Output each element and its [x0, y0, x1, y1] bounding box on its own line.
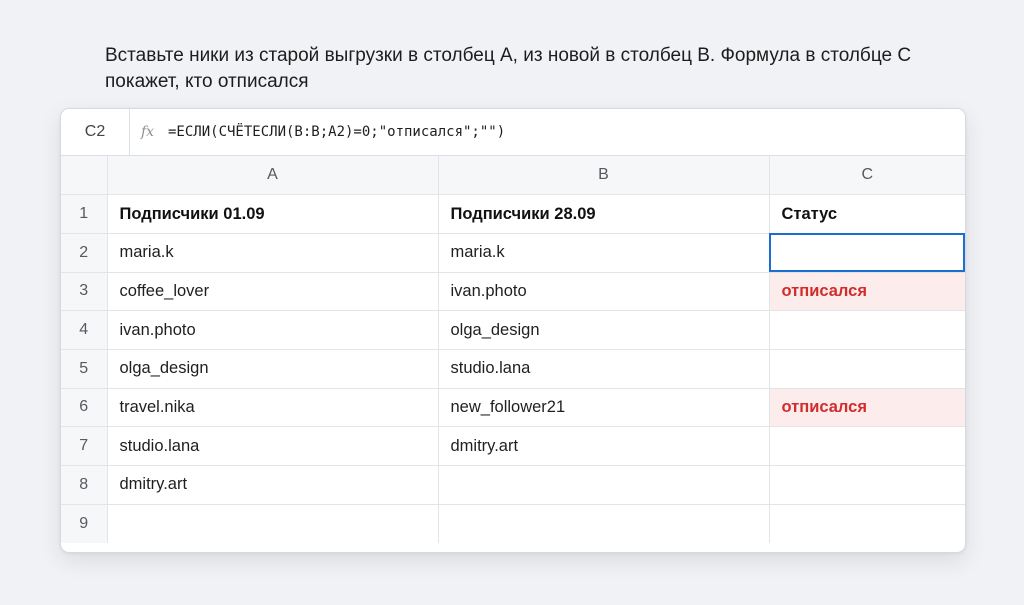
row-header[interactable]: 8 — [61, 465, 108, 505]
cell-c2-selected[interactable] — [769, 233, 965, 273]
cell-a1[interactable]: Подписчики 01.09 — [107, 194, 439, 234]
cell-b4[interactable]: olga_design — [438, 310, 770, 350]
cell-b6[interactable]: new_follower21 — [438, 388, 770, 428]
cell-c6-status[interactable]: отписался — [769, 388, 965, 428]
cell-a5[interactable]: olga_design — [107, 349, 439, 389]
table-row: 1 Подписчики 01.09 Подписчики 28.09 Стат… — [61, 194, 965, 234]
row-header[interactable]: 3 — [61, 272, 108, 312]
cell-b1[interactable]: Подписчики 28.09 — [438, 194, 770, 234]
cell-b7[interactable]: dmitry.art — [438, 426, 770, 466]
spreadsheet-grid: A B C 1 Подписчики 01.09 Подписчики 28.0… — [61, 156, 965, 543]
column-header-c[interactable]: C — [769, 156, 965, 196]
cell-c3-status[interactable]: отписался — [769, 272, 965, 312]
formula-bar: C2 fx =ЕСЛИ(СЧЁТЕСЛИ(B:B;A2)=0;"отписалс… — [61, 109, 965, 156]
cell-c4[interactable] — [769, 310, 965, 350]
cell-a2[interactable]: maria.k — [107, 233, 439, 273]
table-row: 6 travel.nika new_follower21 отписался — [61, 388, 965, 428]
row-header[interactable]: 7 — [61, 426, 108, 466]
cell-c7[interactable] — [769, 426, 965, 466]
cell-reference-box[interactable]: C2 — [61, 109, 130, 155]
fx-icon: fx — [141, 124, 155, 140]
row-header[interactable]: 9 — [61, 504, 108, 543]
row-header[interactable]: 1 — [61, 194, 108, 234]
row-header[interactable]: 2 — [61, 233, 108, 273]
row-header[interactable]: 4 — [61, 310, 108, 350]
cell-c5[interactable] — [769, 349, 965, 389]
column-header-a[interactable]: A — [107, 156, 439, 196]
cell-b9[interactable] — [438, 504, 770, 543]
cell-a3[interactable]: coffee_lover — [107, 272, 439, 312]
column-header-b[interactable]: B — [438, 156, 770, 196]
table-row: 3 coffee_lover ivan.photo отписался — [61, 272, 965, 312]
instruction-text: Вставьте ники из старой выгрузки в столб… — [105, 45, 912, 92]
cell-b2[interactable]: maria.k — [438, 233, 770, 273]
cell-a9[interactable] — [107, 504, 439, 543]
cell-a4[interactable]: ivan.photo — [107, 310, 439, 350]
cell-b8[interactable] — [438, 465, 770, 505]
table-row: 2 maria.k maria.k — [61, 233, 965, 273]
cell-a7[interactable]: studio.lana — [107, 426, 439, 466]
cell-b5[interactable]: studio.lana — [438, 349, 770, 389]
cell-c1[interactable]: Статус — [769, 194, 965, 234]
select-all-corner[interactable] — [61, 156, 108, 196]
row-header[interactable]: 5 — [61, 349, 108, 389]
cell-a6[interactable]: travel.nika — [107, 388, 439, 428]
cell-b3[interactable]: ivan.photo — [438, 272, 770, 312]
cell-a8[interactable]: dmitry.art — [107, 465, 439, 505]
cell-c9[interactable] — [769, 504, 965, 543]
spreadsheet: C2 fx =ЕСЛИ(СЧЁТЕСЛИ(B:B;A2)=0;"отписалс… — [60, 108, 966, 553]
table-row: 7 studio.lana dmitry.art — [61, 426, 965, 466]
table-row: 4 ivan.photo olga_design — [61, 310, 965, 350]
table-row: 9 — [61, 504, 965, 543]
table-row: 8 dmitry.art — [61, 465, 965, 505]
row-header[interactable]: 6 — [61, 388, 108, 428]
table-row: 5 olga_design studio.lana — [61, 349, 965, 389]
cell-c8[interactable] — [769, 465, 965, 505]
formula-input[interactable]: =ЕСЛИ(СЧЁТЕСЛИ(B:B;A2)=0;"отписался";"") — [168, 124, 505, 140]
